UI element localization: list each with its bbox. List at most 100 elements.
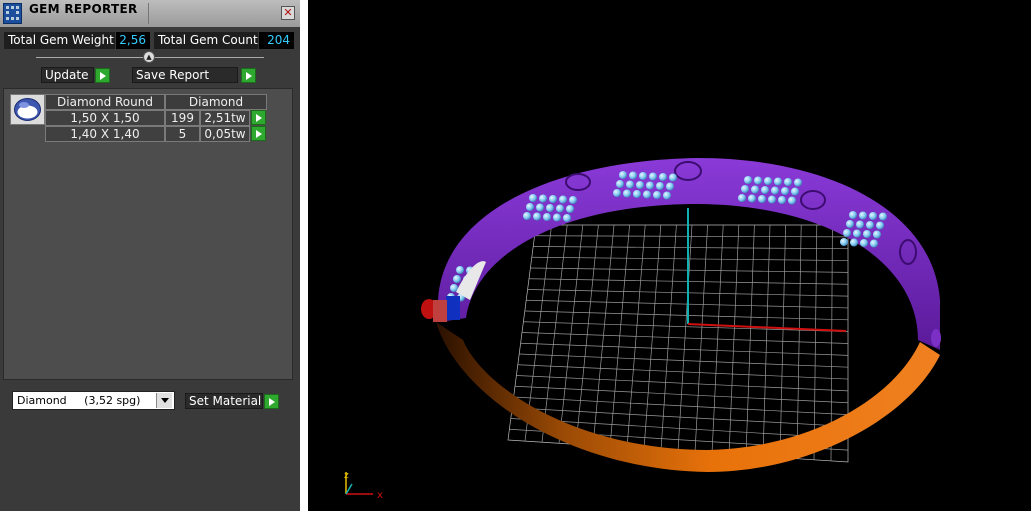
close-button[interactable]: ✕ bbox=[281, 6, 295, 20]
gem-stone bbox=[866, 221, 874, 229]
gem-stone bbox=[876, 221, 884, 230]
save-report-play-icon[interactable] bbox=[241, 68, 256, 83]
gem-stone bbox=[788, 196, 796, 205]
axis-z-label: z bbox=[344, 471, 349, 481]
app-icon bbox=[3, 3, 22, 24]
gem-stone bbox=[456, 266, 464, 274]
gem-stone bbox=[843, 229, 851, 237]
gem-stone bbox=[616, 180, 624, 188]
gem-stone bbox=[761, 186, 769, 194]
gem-stone bbox=[669, 173, 677, 182]
save-report-button[interactable]: Save Report bbox=[132, 67, 238, 83]
diamond-round-icon[interactable] bbox=[10, 94, 45, 125]
gem-stone bbox=[744, 176, 752, 184]
gem-stone bbox=[556, 204, 564, 213]
gem-stone bbox=[791, 187, 799, 196]
gem-stone bbox=[553, 213, 561, 222]
table-header-material: Diamond bbox=[165, 94, 267, 110]
table-row-weight: 2,51tw bbox=[200, 110, 250, 126]
gem-stone bbox=[859, 211, 867, 220]
gem-stone bbox=[879, 212, 887, 221]
clasp-blue bbox=[446, 296, 460, 320]
ring-lower-band bbox=[436, 322, 940, 472]
gem-stone bbox=[539, 194, 547, 203]
gem-stone bbox=[643, 190, 651, 199]
3d-viewport[interactable]: x z bbox=[308, 0, 1031, 511]
row-select-play-icon[interactable] bbox=[251, 110, 266, 125]
table-row-weight: 0,05tw bbox=[200, 126, 250, 142]
total-gem-weight-label: Total Gem Weight bbox=[4, 32, 115, 49]
gem-stone bbox=[751, 185, 759, 194]
total-gem-count-label: Total Gem Count bbox=[154, 32, 258, 49]
hinge-block bbox=[433, 300, 447, 322]
gem-stone bbox=[764, 177, 772, 185]
gem-stone bbox=[850, 238, 858, 247]
chevron-down-icon[interactable] bbox=[156, 393, 172, 408]
gem-reporter-panel: GEM REPORTER ✕ Total Gem Weight 2,56 Tot… bbox=[0, 0, 300, 511]
gem-stone bbox=[738, 194, 746, 202]
gem-stone bbox=[663, 191, 671, 200]
gem-stone bbox=[741, 185, 749, 193]
gem-stone bbox=[846, 220, 854, 228]
gem-stone bbox=[748, 194, 756, 203]
table-row-count: 5 bbox=[165, 126, 200, 142]
table-row-count: 199 bbox=[165, 110, 200, 126]
gem-stone bbox=[781, 187, 789, 195]
title-separator bbox=[148, 3, 149, 24]
gem-stone bbox=[566, 205, 574, 213]
table-row-size: 1,40 X 1,40 bbox=[45, 126, 165, 142]
gem-stone bbox=[546, 204, 554, 212]
gem-stone bbox=[529, 194, 537, 202]
gem-stone bbox=[856, 220, 864, 229]
update-play-icon[interactable] bbox=[95, 68, 110, 83]
row-select-play-icon[interactable] bbox=[251, 126, 266, 141]
gem-stone bbox=[758, 195, 766, 203]
gem-stone bbox=[569, 196, 577, 204]
gem-stone bbox=[623, 189, 631, 198]
gem-stone bbox=[559, 195, 567, 204]
update-button[interactable]: Update bbox=[41, 67, 94, 83]
gem-stone bbox=[533, 212, 541, 221]
panel-title: GEM REPORTER bbox=[29, 2, 138, 16]
gem-stone bbox=[656, 182, 664, 190]
gem-stone bbox=[771, 186, 779, 195]
gem-stone bbox=[619, 171, 627, 179]
total-gem-count-value: 204 bbox=[259, 32, 294, 49]
gem-stone bbox=[873, 230, 881, 239]
gem-stone bbox=[563, 214, 571, 222]
gem-stone bbox=[633, 190, 641, 198]
axis-x-label: x bbox=[377, 490, 383, 501]
gem-stone bbox=[523, 212, 531, 220]
gem-stone bbox=[863, 230, 871, 238]
set-material-button[interactable]: Set Material bbox=[185, 393, 263, 409]
set-material-play-icon[interactable] bbox=[264, 394, 279, 409]
hinge-right bbox=[931, 329, 941, 347]
panel-divider[interactable] bbox=[300, 0, 308, 511]
gem-stone bbox=[536, 203, 544, 212]
gem-stone bbox=[526, 203, 534, 211]
gem-stone bbox=[626, 180, 634, 189]
gem-stone bbox=[649, 172, 657, 181]
gem-stone bbox=[629, 171, 637, 180]
gem-stone bbox=[768, 195, 776, 204]
gem-stone bbox=[784, 178, 792, 186]
viewport-canvas[interactable]: x z bbox=[308, 0, 1031, 511]
axis-indicator: x z bbox=[344, 471, 383, 501]
gem-stone bbox=[613, 189, 621, 197]
gem-stone bbox=[860, 239, 868, 247]
gem-stone bbox=[870, 239, 878, 248]
panel-titlebar[interactable]: GEM REPORTER ✕ bbox=[0, 0, 300, 27]
gem-stone bbox=[869, 212, 877, 220]
gem-stone bbox=[774, 177, 782, 186]
gem-stone bbox=[853, 229, 861, 238]
material-select[interactable]: Diamond (3,52 spg) bbox=[12, 391, 175, 410]
gem-stone bbox=[646, 181, 654, 190]
total-gem-weight-value: 2,56 bbox=[116, 32, 150, 49]
table-header-shape: Diamond Round bbox=[45, 94, 165, 110]
material-name: Diamond bbox=[17, 394, 67, 407]
gem-stone bbox=[849, 211, 857, 219]
gem-stone bbox=[840, 238, 848, 246]
gem-stone bbox=[778, 196, 786, 204]
gem-stone bbox=[653, 191, 661, 199]
collapse-toggle-icon[interactable]: ▲ bbox=[143, 51, 155, 63]
